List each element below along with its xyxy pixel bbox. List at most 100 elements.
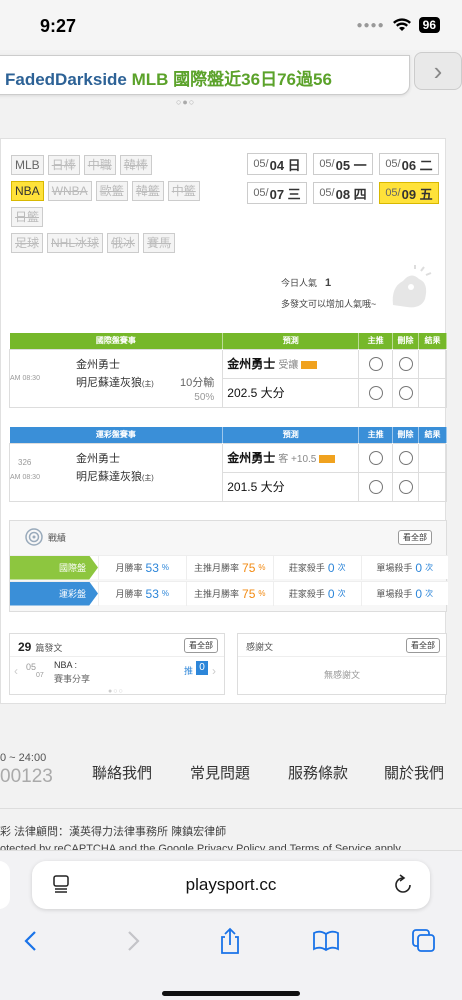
main-pick-cell[interactable] [358, 471, 394, 502]
date-button[interactable]: 05/06 二 [379, 153, 439, 175]
category-chip[interactable]: NHL冰球 [47, 233, 104, 253]
sport-header-game: 運彩盤賽事 [9, 427, 224, 443]
delete-radio[interactable] [398, 450, 413, 465]
category-chip[interactable]: 中職 [83, 155, 116, 175]
reload-icon[interactable] [394, 874, 412, 894]
posts-view-all-button[interactable]: 看全部 [184, 638, 218, 653]
category-chip[interactable]: MLB [11, 155, 44, 175]
category-chip[interactable]: 足球 [11, 233, 44, 253]
list-item[interactable]: ‹ 05 07 NBA : 賽事分享 推 0 › [14, 660, 220, 686]
terms-link[interactable]: 服務條款 [288, 762, 348, 783]
posts-count-label: 篇發文 [35, 643, 63, 653]
category-chip[interactable]: 韓籃 [131, 181, 164, 201]
category-chip[interactable]: WNBA [47, 181, 92, 201]
category-chip[interactable]: NBA [11, 181, 44, 201]
pick-spread[interactable]: 金州勇士客 +10.5 [222, 442, 360, 473]
bookmarks-icon[interactable] [312, 927, 340, 955]
mascot-icon [392, 265, 432, 308]
category-chip[interactable]: 日籃 [11, 207, 44, 227]
sport-header-main: 主推 [358, 427, 394, 443]
date-button[interactable]: 05/04 日 [247, 153, 307, 175]
date-month: 05/ [253, 187, 269, 199]
date-day: 09 五 [401, 186, 433, 202]
date-button[interactable]: 05/08 四 [313, 182, 373, 204]
previous-tab-preview[interactable] [0, 861, 10, 909]
posts-count-value: 29 [18, 640, 32, 654]
stats-cell-label: 莊家殺手 [288, 563, 325, 573]
faq-link[interactable]: 常見問題 [190, 762, 250, 783]
result-cell [418, 348, 447, 379]
main-pick-radio[interactable] [368, 385, 383, 400]
intl-header-main: 主推 [358, 333, 394, 349]
game-info: AM 08:30 金州勇士 明尼蘇達灰狼(主) 10分輸 50% [8, 348, 224, 408]
category-chip[interactable]: 韓棒 [119, 155, 152, 175]
category-chip[interactable]: 中籃 [167, 181, 200, 201]
thanks-box: 感謝文 看全部 無感謝文 [237, 633, 447, 695]
date-button[interactable]: 05/09 五 [379, 182, 439, 204]
category-chip[interactable]: 俄冰 [107, 233, 140, 253]
intl-table-header: 國際盤賽事 預測 主推 刪除 結果 [9, 333, 447, 349]
intl-header-delete: 刪除 [392, 333, 420, 349]
pick-total[interactable]: 201.5 大分 [222, 471, 360, 502]
category-chip[interactable]: 日棒 [47, 155, 80, 175]
stats-view-all-button[interactable]: 看全部 [398, 530, 432, 545]
post-date-month: 05 [26, 662, 37, 672]
about-us-link[interactable]: 關於我們 [384, 762, 444, 783]
stats-cell-unit: % [258, 563, 266, 572]
team-away: 金州勇士 [76, 452, 120, 465]
chevron-right-icon: › [433, 55, 443, 86]
delete-cell[interactable] [392, 377, 420, 408]
delete-cell[interactable] [392, 442, 420, 473]
stats-cell-value: 75 [242, 586, 256, 601]
team-home: 明尼蘇達灰狼(主) [76, 468, 154, 484]
stats-cell-single-killer: 單場殺手 0 次 [360, 555, 449, 580]
stats-cell-unit: 次 [337, 589, 346, 598]
service-phone: 00123 [0, 766, 53, 787]
sport-header-pick: 預測 [222, 427, 360, 443]
delete-radio[interactable] [398, 385, 413, 400]
stats-cell-unit: % [161, 563, 169, 572]
pick-total[interactable]: 202.5 大分 [222, 377, 360, 408]
stats-row: 運彩盤 月勝率 53% 主推月勝率 75% 莊家殺手 0 次單場殺手 0 次 [10, 581, 448, 606]
date-button[interactable]: 05/07 三 [247, 182, 307, 204]
delete-radio[interactable] [398, 479, 413, 494]
category-chip[interactable]: 賽馬 [143, 233, 176, 253]
forward-icon[interactable] [118, 927, 146, 955]
chevron-left-icon[interactable]: ‹ [14, 664, 18, 678]
main-pick-radio[interactable] [368, 479, 383, 494]
address-bar[interactable]: playsport.cc [32, 861, 430, 909]
team-home-name: 明尼蘇達灰狼 [76, 376, 142, 389]
category-filter: MLB 日棒 中職 韓棒 NBA WNBA 歐籃 韓籃 中籃 日籃 足球 NHL冰球 俄冰 賽馬 [11, 155, 231, 259]
record-stats: 戰績 看全部 國際盤 月勝率 53% 主推月勝率 75% 莊家殺手 0 次單場殺手 0 次運彩盤月… [9, 520, 449, 612]
pick-spread[interactable]: 金州勇士 受讓 [222, 348, 360, 379]
push-count-badge: 0 [196, 661, 208, 675]
main-pick-cell[interactable] [358, 348, 394, 379]
main-pick-radio[interactable] [368, 356, 383, 371]
url-text: playsport.cc [185, 875, 277, 894]
stats-cell-label: 單場殺手 [376, 589, 413, 599]
game-info: 326 AM 08:30 金州勇士 明尼蘇達灰狼(主) [8, 442, 224, 502]
delete-radio[interactable] [398, 356, 413, 371]
pick-sub: 受讓 [278, 360, 299, 371]
result-cell [418, 442, 447, 473]
result-cell [418, 377, 447, 408]
thanks-view-all-button[interactable]: 看全部 [406, 638, 440, 653]
contact-us-link[interactable]: 聯絡我們 [92, 762, 152, 783]
wifi-icon [392, 18, 411, 31]
service-hours: 0 ~ 24:00 [0, 752, 47, 764]
delete-cell[interactable] [392, 471, 420, 502]
chevron-right-icon[interactable]: › [212, 664, 216, 678]
stats-cell-label: 月勝率 [115, 563, 143, 573]
back-icon[interactable] [18, 927, 46, 955]
main-pick-radio[interactable] [368, 450, 383, 465]
main-pick-cell[interactable] [358, 442, 394, 473]
tabs-icon[interactable] [410, 927, 438, 955]
banner-next-button[interactable]: › [414, 52, 462, 90]
category-chip[interactable]: 歐籃 [95, 181, 128, 201]
date-button[interactable]: 05/05 一 [313, 153, 373, 175]
share-icon[interactable] [216, 927, 244, 955]
main-pick-cell[interactable] [358, 377, 394, 408]
delete-cell[interactable] [392, 348, 420, 379]
header-banner[interactable]: FadedDarkside MLB 國際盤近36日76過56 [0, 55, 410, 95]
stats-cell-value: 0 [415, 586, 423, 601]
